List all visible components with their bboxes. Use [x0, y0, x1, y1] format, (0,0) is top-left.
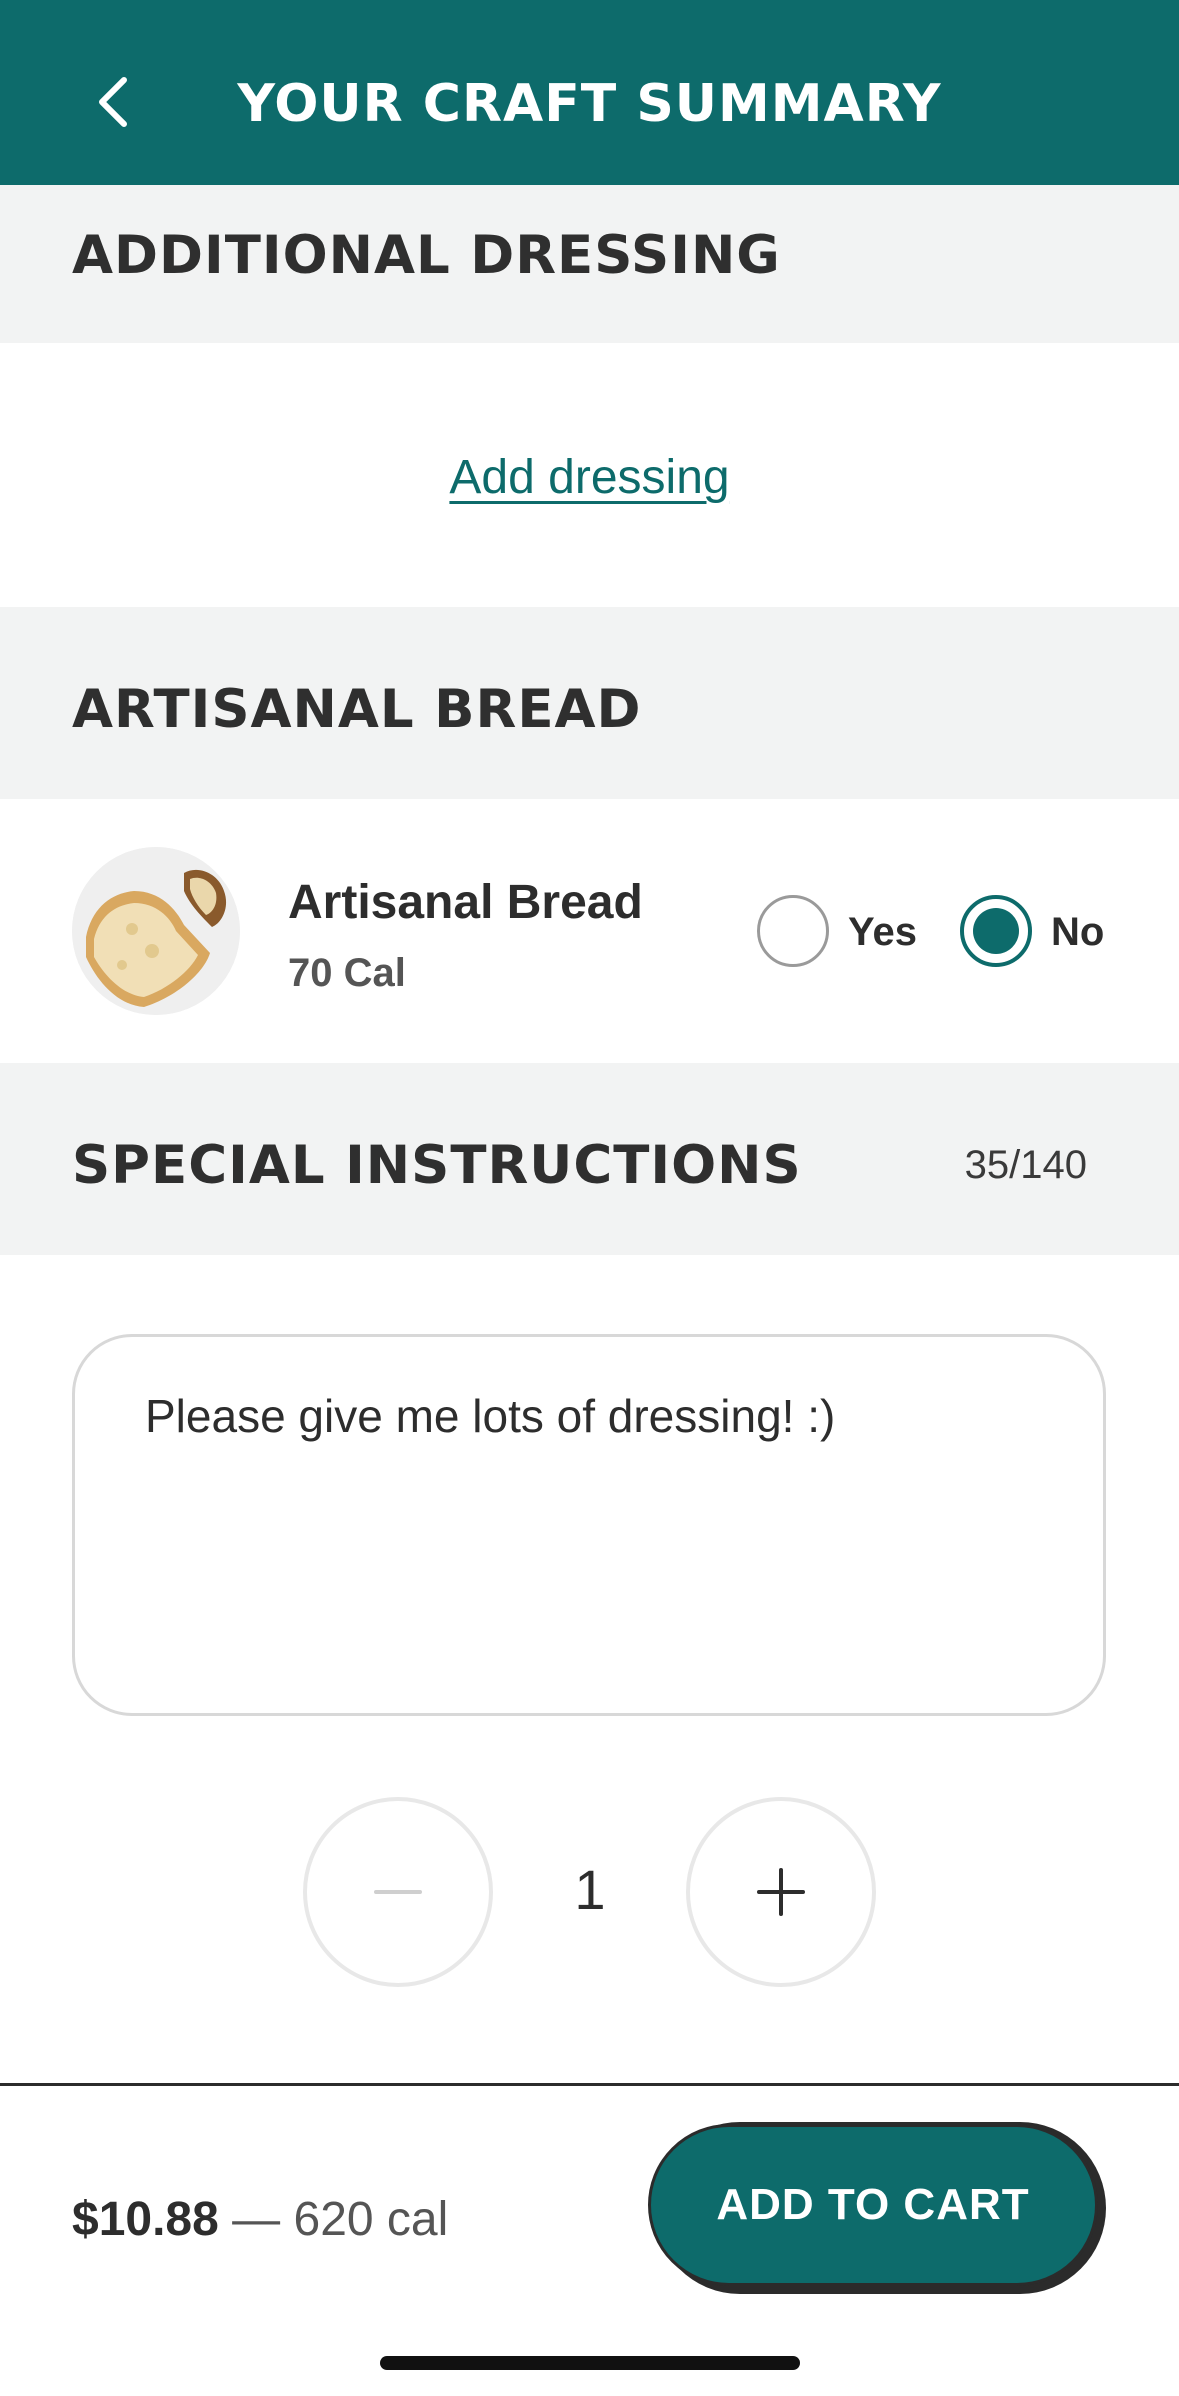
increase-quantity-button[interactable]: [686, 1797, 876, 1987]
special-instructions-text: Please give me lots of dressing! :): [145, 1390, 836, 1442]
bread-option-row: Artisanal Bread 70 Cal Yes No: [0, 799, 1179, 1063]
add-to-cart-button[interactable]: ADD TO CART: [648, 2124, 1098, 2286]
page-title: YOUR CRAFT SUMMARY: [237, 74, 942, 134]
price-separator: —: [232, 2193, 281, 2246]
additional-dressing-section-header: ADDITIONAL DRESSING: [0, 185, 1179, 343]
cart-footer: $10.88 — 620 cal ADD TO CART: [0, 2086, 1179, 2396]
character-count: 35/140: [964, 1143, 1087, 1187]
add-dressing-link[interactable]: Add dressing: [0, 450, 1179, 505]
total-price: $10.88: [72, 2193, 219, 2246]
additional-dressing-title: ADDITIONAL DRESSING: [72, 225, 781, 286]
artisanal-bread-title: ARTISANAL BREAD: [72, 679, 642, 740]
quantity-value: 1: [574, 1858, 606, 1921]
special-instructions-input[interactable]: Please give me lots of dressing! :): [72, 1334, 1106, 1716]
app-header: YOUR CRAFT SUMMARY: [0, 0, 1179, 185]
bread-yes-label[interactable]: Yes: [848, 910, 917, 955]
bread-no-label[interactable]: No: [1051, 910, 1104, 955]
minus-icon: [374, 1890, 422, 1894]
bread-item-name: Artisanal Bread: [288, 876, 643, 929]
special-instructions-title: SPECIAL INSTRUCTIONS: [72, 1135, 802, 1196]
bread-yes-radio[interactable]: [757, 895, 829, 967]
bread-no-radio[interactable]: [960, 895, 1032, 967]
home-indicator[interactable]: [380, 2356, 800, 2370]
bread-image: [72, 847, 240, 1015]
bread-calories: 70 Cal: [288, 951, 406, 995]
decrease-quantity-button[interactable]: [303, 1797, 493, 1987]
plus-icon: [757, 1868, 805, 1916]
special-instructions-section-header: SPECIAL INSTRUCTIONS 35/140: [0, 1063, 1179, 1255]
price-summary: $10.88 — 620 cal: [72, 2192, 448, 2247]
artisanal-bread-section-header: ARTISANAL BREAD: [0, 607, 1179, 799]
total-calories: 620 cal: [293, 2193, 449, 2246]
